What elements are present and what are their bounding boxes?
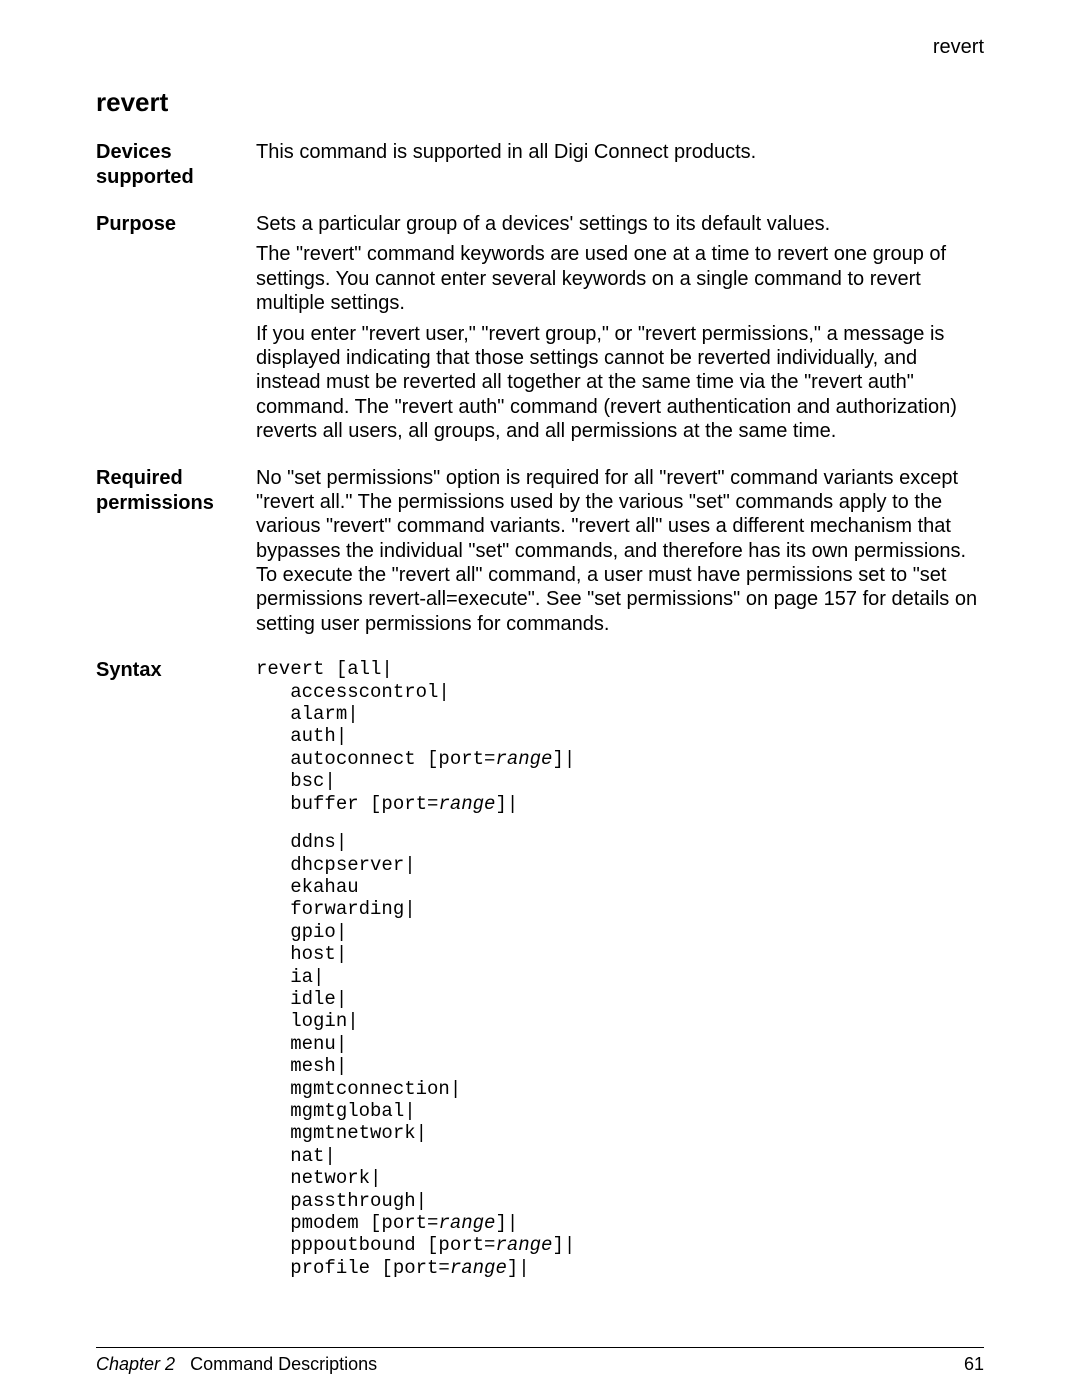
required-p1: No "set permissions" option is required … [256,466,984,637]
footer-left: Chapter 2 Command Descriptions [96,1354,377,1375]
syntax-l08: ddns| [256,831,347,853]
syntax-l18: mesh| [256,1055,347,1077]
syntax-l26a: pppoutbound [port= [256,1234,495,1256]
syntax-l27c: ]| [507,1257,530,1279]
syntax-l23: network| [256,1167,381,1189]
syntax-l21: mgmtnetwork| [256,1122,427,1144]
syntax-l15: idle| [256,988,347,1010]
section-purpose: Purpose Sets a particular group of a dev… [96,212,984,444]
section-syntax: Syntax revert [all| accesscontrol| alarm… [96,658,984,1279]
syntax-l05b: range [495,748,552,770]
section-body-syntax: revert [all| accesscontrol| alarm| auth|… [256,658,984,1279]
page-footer: Chapter 2 Command Descriptions 61 [96,1347,984,1375]
syntax-l14: ia| [256,966,324,988]
syntax-l05a: autoconnect [port= [256,748,495,770]
footer-chapter-rest: Command Descriptions [190,1354,377,1374]
syntax-block-1: revert [all| accesscontrol| alarm| auth|… [256,658,984,815]
syntax-l07b: range [438,793,495,815]
syntax-l04: auth| [256,725,347,747]
purpose-p1: Sets a particular group of a devices' se… [256,212,984,236]
syntax-l27b: range [450,1257,507,1279]
footer-page-number: 61 [964,1354,984,1375]
syntax-l10: ekahau [256,876,359,898]
syntax-l25c: ]| [495,1212,518,1234]
running-header: revert [96,36,984,59]
syntax-l05c: ]| [552,748,575,770]
syntax-l24: passthrough| [256,1190,427,1212]
footer-rule [96,1347,984,1348]
section-label-syntax: Syntax [96,658,256,683]
syntax-l02: accesscontrol| [256,681,450,703]
section-required-permissions: Required permissions No "set permissions… [96,466,984,637]
syntax-l06: bsc| [256,770,336,792]
footer-chapter-italic: Chapter 2 [96,1354,175,1374]
syntax-l17: menu| [256,1033,347,1055]
syntax-l25a: pmodem [port= [256,1212,438,1234]
purpose-p3: If you enter "revert user," "revert grou… [256,322,984,444]
footer-line: Chapter 2 Command Descriptions 61 [96,1354,984,1375]
syntax-l16: login| [256,1010,359,1032]
page: revert revert Devices supported This com… [0,0,1080,1397]
section-body-purpose: Sets a particular group of a devices' se… [256,212,984,444]
section-label-devices: Devices supported [96,140,256,190]
purpose-p2: The "revert" command keywords are used o… [256,242,984,315]
syntax-l09: dhcpserver| [256,854,416,876]
section-body-devices: This command is supported in all Digi Co… [256,140,984,164]
syntax-l03: alarm| [256,703,359,725]
syntax-l27a: profile [port= [256,1257,450,1279]
syntax-l20: mgmtglobal| [256,1100,416,1122]
syntax-l01: revert [all| [256,658,393,680]
syntax-l13: host| [256,943,347,965]
syntax-l25b: range [438,1212,495,1234]
page-title: revert [96,87,984,118]
section-devices-supported: Devices supported This command is suppor… [96,140,984,190]
section-label-required: Required permissions [96,466,256,516]
syntax-block-2: ddns| dhcpserver| ekahau forwarding| gpi… [256,831,984,1279]
devices-p1: This command is supported in all Digi Co… [256,140,984,164]
syntax-l07c: ]| [495,793,518,815]
syntax-l26b: range [495,1234,552,1256]
syntax-l22: nat| [256,1145,336,1167]
syntax-l11: forwarding| [256,898,416,920]
syntax-l12: gpio| [256,921,347,943]
section-body-required: No "set permissions" option is required … [256,466,984,637]
syntax-l19: mgmtconnection| [256,1078,461,1100]
syntax-l07a: buffer [port= [256,793,438,815]
section-label-purpose: Purpose [96,212,256,237]
syntax-l26c: ]| [552,1234,575,1256]
